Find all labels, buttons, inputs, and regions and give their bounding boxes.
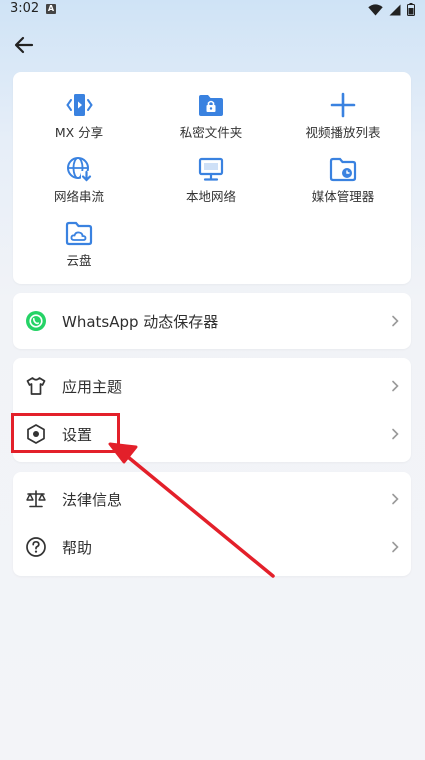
grid-item-label: 媒体管理器 [311, 189, 375, 204]
private-folder-icon [199, 95, 223, 116]
grid-item-label: MX 分享 [54, 125, 104, 140]
arrow-left-icon [14, 36, 34, 54]
whatsapp-icon [26, 311, 46, 331]
app-theme-row[interactable]: 应用主题 [13, 362, 411, 410]
legal-info-row[interactable]: 法律信息 [13, 475, 411, 523]
network-stream-icon [67, 157, 92, 182]
chevron-right-icon [392, 493, 399, 505]
grid-item-label: 视频播放列表 [305, 125, 381, 140]
chevron-right-icon [392, 428, 399, 440]
mx-share-icon [66, 94, 93, 116]
chevron-right-icon [392, 541, 399, 553]
help-row[interactable]: 帮助 [13, 523, 411, 571]
cloud-drive-icon [65, 221, 93, 246]
grid-item-video-playlist[interactable]: 视频播放列表 [277, 90, 409, 141]
grid-item-network-stream[interactable]: 网络串流 [13, 154, 145, 205]
grid-item-label: 云盘 [66, 253, 92, 268]
back-button[interactable] [12, 33, 36, 57]
info-card: 法律信息 帮助 [13, 472, 411, 576]
feature-grid-card: MX 分享 私密文件夹 视频播放列表 网络串流 本地网络 媒体管理器 云盘 [13, 72, 411, 284]
row-label: 应用主题 [62, 378, 123, 396]
scales-icon [26, 490, 46, 508]
row-label: WhatsApp 动态保存器 [62, 313, 219, 331]
add-playlist-icon [330, 92, 356, 118]
notification-icon: A [46, 4, 56, 14]
help-question-icon [26, 537, 46, 557]
status-icons [368, 3, 415, 16]
media-manager-icon [329, 157, 357, 182]
grid-item-media-manager[interactable]: 媒体管理器 [277, 154, 409, 205]
chevron-right-icon [392, 380, 399, 392]
row-label: 帮助 [62, 539, 93, 557]
grid-item-label: 私密文件夹 [179, 125, 243, 140]
grid-item-label: 网络串流 [53, 189, 104, 204]
status-time: 3:02 [10, 1, 40, 16]
chevron-right-icon [392, 315, 399, 327]
grid-item-private-folder[interactable]: 私密文件夹 [145, 90, 277, 141]
whatsapp-card: WhatsApp 动态保存器 [13, 293, 411, 349]
row-label: 法律信息 [62, 491, 123, 509]
grid-item-cloud-drive[interactable]: 云盘 [13, 218, 145, 269]
whatsapp-status-saver-row[interactable]: WhatsApp 动态保存器 [13, 297, 411, 345]
highlight-box [11, 413, 120, 453]
grid-item-local-network[interactable]: 本地网络 [145, 154, 277, 205]
local-network-icon [198, 157, 224, 181]
grid-item-label: 本地网络 [185, 189, 236, 204]
wifi-icon [368, 3, 383, 15]
signal-icon [389, 4, 401, 15]
grid-item-mx-share[interactable]: MX 分享 [13, 90, 145, 141]
tshirt-icon [26, 377, 46, 395]
battery-icon [407, 3, 415, 16]
status-bar: 3:02 A [0, 0, 425, 20]
